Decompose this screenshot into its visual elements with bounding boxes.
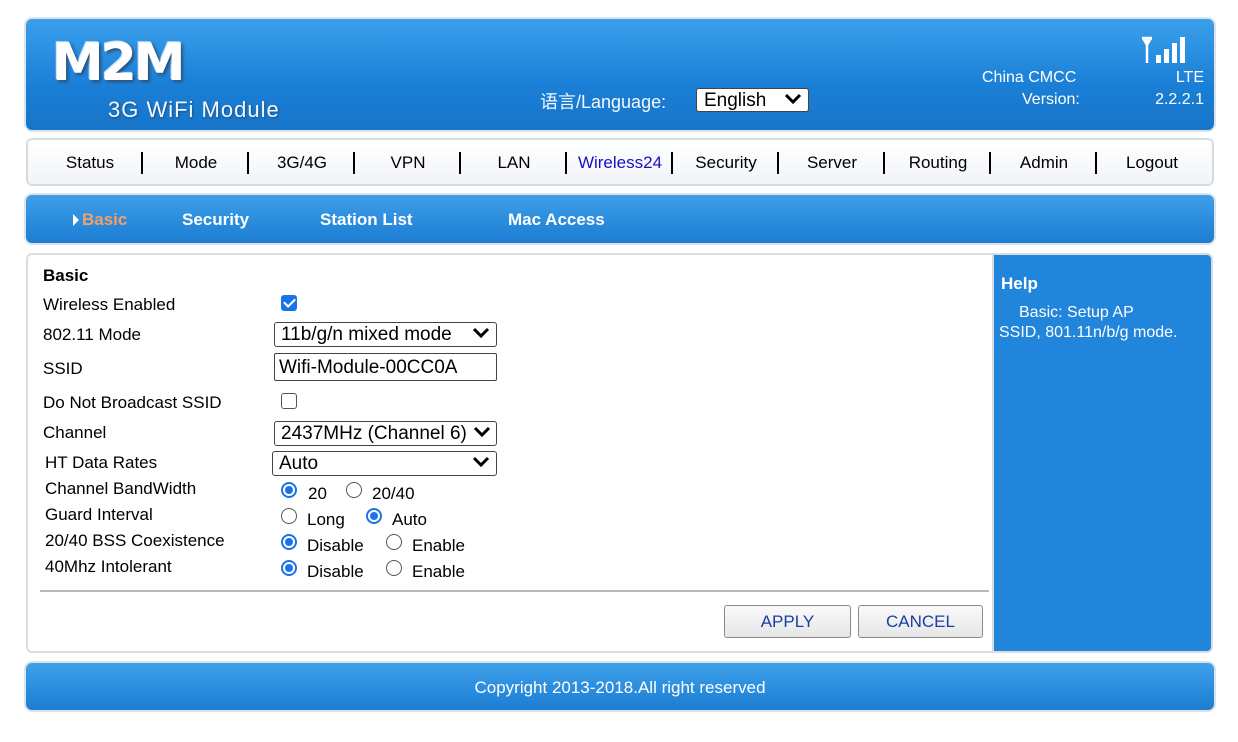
ssid-input[interactable]: Wifi-Module-00CC0A [274,353,497,381]
bandwidth-label: Channel BandWidth [45,479,197,498]
network-type: LTE [1175,69,1204,86]
ssid-label: SSID [43,359,83,378]
carrier-name: China CMCC [982,69,1077,86]
help-text: Basic: Setup AP SSID, 801.11n/b/g mode. [999,304,1178,341]
arrow-right-icon [73,214,79,226]
guard-auto-label: Auto [392,510,427,529]
hide-ssid-label: Do Not Broadcast SSID [43,393,222,412]
bandwidth-20-radio[interactable] [281,482,297,498]
coexist-label: 20/40 BSS Coexistence [45,531,225,550]
wireless-enabled-checkbox[interactable] [281,295,297,311]
nav-routing[interactable]: Routing [888,153,988,173]
chevron-down-icon [784,93,802,105]
guard-label: Guard Interval [45,505,153,524]
mode-select[interactable]: 11b/g/n mixed mode [274,322,497,347]
mode-value: 11b/g/n mixed mode [281,324,452,345]
nav-server[interactable]: Server [782,153,882,173]
nav-separator [989,152,991,174]
help-title: Help [1001,274,1038,293]
footer: Copyright 2013-2018.All right reserved [26,663,1214,710]
version-label: Version: [1022,91,1080,108]
nav-separator [671,152,673,174]
nav-separator [565,152,567,174]
sub-nav: Basic Security Station List Mac Access [26,195,1214,243]
wireless-enabled-label: Wireless Enabled [43,295,176,314]
bandwidth-20-label: 20 [308,484,327,503]
coexist-disable-radio[interactable] [281,534,297,550]
bandwidth-2040-radio[interactable] [346,482,362,498]
coexist-enable-label: Enable [412,536,465,555]
guard-auto-radio[interactable] [366,508,382,524]
ht-rates-value: Auto [279,453,319,474]
apply-button[interactable]: APPLY [724,605,851,638]
nav-lan[interactable]: LAN [464,153,564,173]
chevron-down-icon [472,327,490,339]
ht-rates-select[interactable]: Auto [272,451,497,476]
form-divider [40,590,989,592]
hide-ssid-checkbox[interactable] [281,393,297,409]
product-subtitle: 3G WiFi Module [108,97,280,122]
logo: M2M [52,33,186,93]
coexist-enable-radio[interactable] [386,534,402,550]
ht-rates-label: HT Data Rates [45,453,158,472]
guard-long-label: Long [307,510,345,529]
mode-label: 802.11 Mode [43,325,141,344]
nav-separator [459,152,461,174]
guard-long-radio[interactable] [281,508,297,524]
nav-separator [353,152,355,174]
intolerant-disable-radio[interactable] [281,560,297,576]
nav-separator [247,152,249,174]
nav-status[interactable]: Status [40,153,140,173]
chevron-down-icon [472,456,490,468]
nav-wireless24[interactable]: Wireless24 [570,153,670,173]
intolerant-label: 40Mhz Intolerant [45,557,172,576]
help-panel: Help Basic: Setup AP SSID, 801.11n/b/g m… [992,253,1213,653]
nav-security[interactable]: Security [676,153,776,173]
header-banner: M2M 3G WiFi Module 语言/Language: English … [26,19,1214,130]
subtab-mac-access[interactable]: Mac Access [508,210,605,230]
nav-admin[interactable]: Admin [994,153,1094,173]
cancel-button[interactable]: CANCEL [858,605,983,638]
subtab-security[interactable]: Security [182,210,249,230]
language-value: English [704,90,767,111]
subtab-station-list[interactable]: Station List [320,210,413,230]
bandwidth-2040-label: 20/40 [372,484,415,503]
nav-separator [141,152,143,174]
nav-separator [777,152,779,174]
version-value: 2.2.2.1 [1155,91,1204,108]
channel-value: 2437MHz (Channel 6) [281,423,467,444]
section-title: Basic [43,266,89,285]
intolerant-enable-radio[interactable] [386,560,402,576]
nav-vpn[interactable]: VPN [358,153,458,173]
coexist-disable-label: Disable [307,536,364,555]
channel-label: Channel [43,423,107,442]
channel-select[interactable]: 2437MHz (Channel 6) [274,421,497,446]
nav-3g4g[interactable]: 3G/4G [252,153,352,173]
ssid-value: Wifi-Module-00CC0A [279,357,458,378]
nav-separator [1095,152,1097,174]
main-nav: Status Mode 3G/4G VPN LAN Wireless24 Sec… [26,138,1214,186]
subtab-basic[interactable]: Basic [82,210,127,230]
nav-mode[interactable]: Mode [146,153,246,173]
language-label: 语言/Language: [540,92,667,112]
chevron-down-icon [471,426,493,438]
intolerant-disable-label: Disable [307,562,364,581]
language-select[interactable]: English [696,88,809,112]
nav-separator [883,152,885,174]
nav-logout[interactable]: Logout [1102,153,1202,173]
intolerant-enable-label: Enable [412,562,465,581]
signal-bars-icon [1140,35,1188,65]
